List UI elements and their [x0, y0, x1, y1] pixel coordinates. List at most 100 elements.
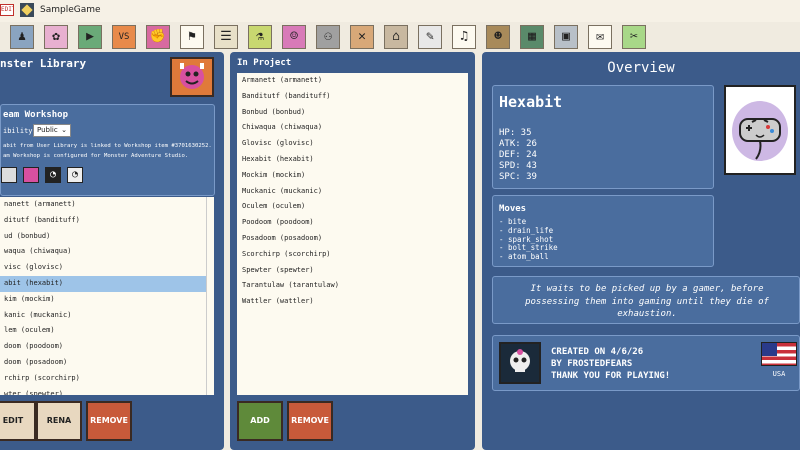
library-remove-button-label: REMOVE	[90, 416, 128, 425]
stats-list: HP: 35 ATK: 26 DEF: 24 SPD: 43 SPC: 39	[499, 128, 537, 183]
attack-tool[interactable]: ✊	[146, 25, 170, 49]
workshop-title: eam Workshop	[3, 110, 69, 120]
platform-pc-icon[interactable]	[1, 167, 17, 183]
library-list-item[interactable]: doom (posadoom)	[0, 355, 206, 371]
project-remove-button-label: REMOVE	[291, 416, 329, 425]
project-list-item[interactable]: Oculem (oculem)	[237, 199, 468, 215]
note-tool[interactable]: ✉	[588, 25, 612, 49]
steam-icon[interactable]: ◔	[45, 167, 61, 183]
library-list-item[interactable]: wter (spewter)	[0, 387, 206, 395]
chevron-down-icon: ⌄	[61, 126, 67, 134]
credit-line: BY FROSTEDFEARS	[551, 359, 633, 369]
move-line: - atom_ball	[499, 252, 549, 262]
project-list-item[interactable]: Chiwaqua (chiwaqua)	[237, 120, 468, 136]
credits-text: CREATED ON 4/6/26 BY FROSTEDFEARS THANK YO…	[551, 346, 670, 382]
script-tool[interactable]: ✎	[418, 25, 442, 49]
library-title: nster Library	[0, 57, 87, 70]
add-button-label: ADD	[250, 416, 270, 425]
shop-tool[interactable]: ⌂	[384, 25, 408, 49]
monster-avatar-icon	[170, 57, 214, 97]
project-list-item[interactable]: Armanett (armanett)	[237, 73, 468, 89]
project-list[interactable]: Armanett (armanett) Banditutf (bandituff)…	[237, 73, 468, 395]
us-flag-icon	[761, 342, 797, 366]
library-list-item[interactable]: visc (glovisc)	[0, 260, 206, 276]
stat-line: SPC: 39	[499, 172, 537, 182]
visibility-label: ibility	[3, 127, 33, 135]
project-list-item[interactable]: Spewter (spewter)	[237, 263, 468, 279]
library-list[interactable]: nanett (armanett) ditutf (bandituff) ud (b…	[0, 197, 206, 395]
platform-monster-icon[interactable]	[23, 167, 39, 183]
npc-tool[interactable]: ⚇	[316, 25, 340, 49]
edit-button-label: EDIT	[2, 416, 24, 425]
rename-button-label: RENA	[46, 416, 72, 425]
visibility-select[interactable]: Public ⌄	[33, 124, 71, 137]
overview-title: Overview	[607, 60, 675, 76]
workshop-info-2: am Workshop is configured for Monster Ad…	[3, 153, 189, 159]
project-title: In Project	[237, 58, 292, 68]
library-list-item[interactable]: ditutf (bandituff)	[0, 213, 206, 229]
dialog-tool[interactable]: ☰	[214, 25, 238, 49]
window-title: SampleGame	[40, 5, 101, 15]
library-list-item[interactable]: kim (mockim)	[0, 292, 206, 308]
versus-tool[interactable]: VS	[112, 25, 136, 49]
library-scrollbar[interactable]	[206, 197, 214, 395]
project-list-item[interactable]: Scorchirp (scorchirp)	[237, 247, 468, 263]
project-list-item[interactable]: Bonbud (bonbud)	[237, 105, 468, 121]
add-button[interactable]: ADD	[237, 401, 283, 441]
project-list-item[interactable]: Mockim (mockim)	[237, 168, 468, 184]
project-list-item[interactable]: Posadoom (posadoom)	[237, 231, 468, 247]
visibility-value: Public	[37, 126, 58, 134]
steam-alt-icon[interactable]: ◔	[67, 167, 83, 183]
library-list-item[interactable]: rchirp (scorchirp)	[0, 371, 206, 387]
music-tool[interactable]: ♫	[452, 25, 476, 49]
country-label: USA	[772, 370, 786, 378]
stat-line: ATK: 26	[499, 139, 537, 149]
project-list-item[interactable]: Tarantulaw (tarantulaw)	[237, 278, 468, 294]
library-list-item[interactable]: ud (bonbud)	[0, 229, 206, 245]
library-list-item[interactable]: lem (oculem)	[0, 323, 206, 339]
title-bar: EDIT SampleGame	[0, 0, 800, 22]
project-list-item[interactable]: Banditutf (bandituff)	[237, 89, 468, 105]
library-list-item[interactable]: waqua (chiwaqua)	[0, 244, 206, 260]
monster-description: It waits to be picked up by a gamer, bef…	[525, 284, 769, 319]
workshop-card: eam Workshop ibility Public ⌄ abit from …	[0, 104, 215, 196]
author-avatar	[499, 342, 541, 384]
play-tool[interactable]: ▶	[78, 25, 102, 49]
sprite-tool[interactable]: ✿	[44, 25, 68, 49]
overview-panel: Overview Hexabit HP: 35 ATK: 26 DEF: 24 SPD…	[482, 52, 800, 450]
library-remove-button[interactable]: REMOVE	[86, 401, 132, 441]
project-list-item[interactable]: Wattler (wattler)	[237, 294, 468, 310]
moves-list: - bite - drain_life - spark_shot - bolt_str…	[499, 217, 558, 262]
character-tool[interactable]: ☺	[282, 25, 306, 49]
edit-badge[interactable]: EDIT	[0, 4, 14, 16]
monster-portrait	[724, 85, 796, 175]
rename-button[interactable]: RENA	[36, 401, 82, 441]
avatar-tool[interactable]: ♟	[10, 25, 34, 49]
library-list-item[interactable]: doom (poodoom)	[0, 339, 206, 355]
project-list-item[interactable]: Glovisc (glovisc)	[237, 136, 468, 152]
window-tool[interactable]: ▣	[554, 25, 578, 49]
project-list-item[interactable]: Poodoom (poodoom)	[237, 215, 468, 231]
library-list-item[interactable]: kanic (muckanic)	[0, 308, 206, 324]
project-remove-button[interactable]: REMOVE	[287, 401, 333, 441]
workshop-info-1: abit from User Library is linked to Work…	[3, 143, 212, 149]
map-tool[interactable]: ▦	[520, 25, 544, 49]
monster-name: Hexabit	[499, 93, 563, 111]
library-list-item[interactable]: abit (hexabit)	[0, 275, 206, 292]
library-list-item[interactable]: nanett (armanett)	[0, 197, 206, 213]
portrait-tool[interactable]: ☻	[486, 25, 510, 49]
tag-tool[interactable]: ✂	[622, 25, 646, 49]
stats-card: Hexabit HP: 35 ATK: 26 DEF: 24 SPD: 43 SPC: …	[492, 85, 714, 189]
project-panel: In Project Armanett (armanett) Banditutf …	[230, 52, 475, 450]
edit-button[interactable]: EDIT	[0, 401, 36, 441]
potion-tool[interactable]: ⚗	[248, 25, 272, 49]
stat-line: SPD: 43	[499, 161, 537, 171]
project-list-item[interactable]: Muckanic (muckanic)	[237, 184, 468, 200]
platform-icons: ◔ ◔	[1, 167, 101, 185]
credit-line: CREATED ON 4/6/26	[551, 347, 644, 357]
project-list-item[interactable]: Hexabit (hexabit)	[237, 152, 468, 168]
runner-tool[interactable]: ⚑	[180, 25, 204, 49]
description-card: It waits to be picked up by a gamer, bef…	[492, 276, 800, 324]
settings-tool[interactable]: ✕	[350, 25, 374, 49]
toolbar: ♟ ✿ ▶ VS ✊ ⚑ ☰ ⚗ ☺ ⚇ ✕ ⌂ ✎ ♫ ☻ ▦ ▣ ✉ ✂	[0, 22, 800, 52]
